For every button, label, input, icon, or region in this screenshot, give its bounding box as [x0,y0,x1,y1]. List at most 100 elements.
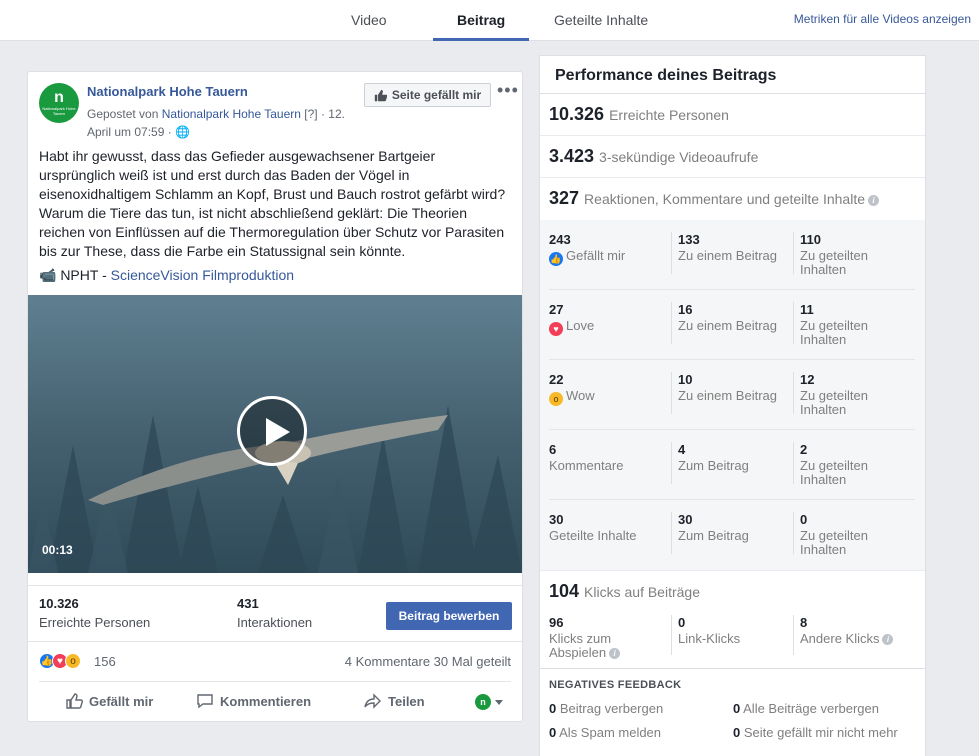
tab-geteilte-inhalte[interactable]: Geteilte Inhalte [554,12,648,28]
performance-title: Performance deines Beitrags [540,56,925,94]
love-label: Love [566,318,595,333]
shares-total: 30 [549,512,564,527]
tab-video[interactable]: Video [351,12,387,28]
play-button[interactable] [237,396,307,466]
posted-by-prefix: Gepostet von [87,107,159,121]
reached-people-metric: 10.326 Erreichte Personen [540,94,925,136]
comments-on-shares-label: Zu geteilten Inhalten [800,458,868,487]
page-avatar[interactable]: n Nationalpark Hohe Tauern [39,83,79,123]
chevron-down-icon [495,699,503,705]
like-label: Gefällt mir [566,248,626,263]
info-icon[interactable]: i [868,195,880,206]
reactions-summary-row: 👍 ♥ o 156 4 Kommentare 30 Mal geteilt [28,641,522,681]
post-clicks-metric: 104 Klicks auf Beiträge [540,571,925,607]
credit-link[interactable]: ScienceVision Filmproduktion [111,267,294,283]
like-page-label: Seite gefällt mir [391,88,482,102]
post-as-selector[interactable]: n [475,694,503,710]
video-player[interactable]: 00:13 [28,295,522,573]
spam-report-stat: 0 Als Spam melden [549,725,662,740]
shares-on-shares-label: Zu geteilten Inhalten [800,528,868,557]
video-duration: 00:13 [42,543,73,557]
posted-by-link[interactable]: Nationalpark Hohe Tauern [162,107,301,121]
views-label: 3-sekündige Videoaufrufe [599,149,759,165]
play-clicks-value: 96 [549,615,564,630]
love-total: 27 [549,302,564,317]
shares-on-post: 30 [678,512,693,527]
views-value: 3.423 [549,146,595,166]
wow-on-post: 10 [678,372,693,387]
share-arrow-icon [364,693,381,709]
comment-bubble-icon [197,694,213,709]
page-mini-avatar-icon: n [475,694,491,710]
breakdown-row-like: 243 👍 Gefällt mir 133 Zu einem Beitrag 110 Z… [549,220,915,290]
post-card: n Nationalpark Hohe Tauern Nationalpark … [27,71,523,722]
comment-action-button[interactable]: Kommentieren [196,692,311,710]
top-tab-bar: Video Beitrag Geteilte Inhalte Metriken … [0,0,979,41]
info-icon[interactable]: i [609,648,621,659]
wow-on-post-label: Zu einem Beitrag [678,388,777,403]
engagement-value: 327 [549,188,580,208]
like-action-label: Gefällt mir [89,693,154,709]
wow-total: 22 [549,372,564,387]
clicks-value: 104 [549,581,580,601]
like-page-button[interactable]: Seite gefällt mir [364,83,491,107]
more-options-icon[interactable]: ••• [497,80,519,101]
link-clicks-value: 0 [678,615,686,630]
love-on-post: 16 [678,302,693,317]
reactions-count[interactable]: 156 [94,654,116,669]
thumbs-up-outline-icon [66,693,83,709]
comments-label: Kommentare [549,458,624,473]
breakdown-row-love: 27 ♥ Love 16 Zu einem Beitrag 11 Zu geteilte… [549,290,915,360]
link-clicks-label: Link-Klicks [678,631,741,646]
engagement-metric: 327 Reaktionen, Kommentare und geteilte … [540,178,925,220]
comments-on-post: 4 [678,442,686,457]
all-videos-metrics-link[interactable]: Metriken für alle Videos anzeigen [794,12,971,26]
post-stats-row: 10.326 Erreichte Personen 431 Interaktio… [28,585,522,640]
hide-post-stat: 0 Beitrag verbergen [549,701,664,716]
clicks-label: Klicks auf Beiträge [584,584,700,600]
tab-beitrag[interactable]: Beitrag [457,12,505,28]
like-action-button[interactable]: Gefällt mir [65,692,153,710]
reached-label: Erreichte Personen [609,107,729,123]
engagement-breakdown: 243 👍 Gefällt mir 133 Zu einem Beitrag 110 Z… [540,220,925,570]
engagement-label: Reaktionen, Kommentare und geteilte Inha… [584,191,880,207]
love-on-post-label: Zu einem Beitrag [678,318,777,333]
post-interactions-value: 431 [237,596,259,611]
wow-reaction-icon: o [549,392,563,406]
post-actions-row: Gefällt mir Kommentieren Teilen n [39,681,511,721]
promote-post-button[interactable]: Beitrag bewerben [386,602,512,630]
post-reach-label: Erreichte Personen [39,615,151,630]
share-action-button[interactable]: Teilen [364,692,425,710]
breakdown-row-wow: 22 o Wow 10 Zu einem Beitrag 12 Zu geteilten… [549,360,915,430]
like-on-shares: 110 [800,232,821,247]
like-total: 243 [549,232,571,247]
credit-prefix: 📹 NPHT - [39,267,107,283]
hide-all-stat: 0 Alle Beiträge verbergen [733,701,879,716]
love-on-shares: 11 [800,302,814,317]
globe-icon: 🌐 [175,125,190,139]
post-interactions-label: Interaktionen [237,615,313,630]
active-tab-indicator [433,38,529,41]
page-name-link[interactable]: Nationalpark Hohe Tauern [87,84,248,99]
post-credit: 📹 NPHT - ScienceVision Filmproduktion [39,267,294,284]
comments-on-post-label: Zum Beitrag [678,458,749,473]
performance-panel: Performance deines Beitrags 10.326 Errei… [539,55,926,756]
post-interactions-stat: 431 Interaktionen [237,596,312,630]
like-on-post: 133 [678,232,700,247]
shares-on-post-label: Zum Beitrag [678,528,749,543]
clicks-breakdown: 96 Klicks zum Abspielen i 0 Link-Klicks 8 An… [549,615,917,663]
reaction-icons[interactable]: 👍 ♥ o [39,653,81,669]
breakdown-row-shares: 30 Geteilte Inhalte 30 Zum Beitrag 0 Zu get… [549,500,915,570]
wow-label: Wow [566,388,595,403]
post-reach-stat: 10.326 Erreichte Personen [39,596,150,630]
avatar-logo-letter: n [54,89,64,106]
comments-shares-count[interactable]: 4 Kommentare 30 Mal geteilt [345,654,511,669]
love-reaction-icon: ♥ [549,322,563,336]
like-on-post-label: Zu einem Beitrag [678,248,777,263]
unlike-page-stat: 0 Seite gefällt mir nicht mehr [733,725,898,740]
negative-feedback-section: NEGATIVES FEEDBACK 0 Beitrag verbergen 0… [540,668,925,756]
post-reach-value: 10.326 [39,596,79,611]
breakdown-row-comments: 6 Kommentare 4 Zum Beitrag 2 Zu geteilten I… [549,430,915,500]
info-icon[interactable]: i [882,634,894,645]
other-clicks-label: Andere Klicks [800,631,880,646]
